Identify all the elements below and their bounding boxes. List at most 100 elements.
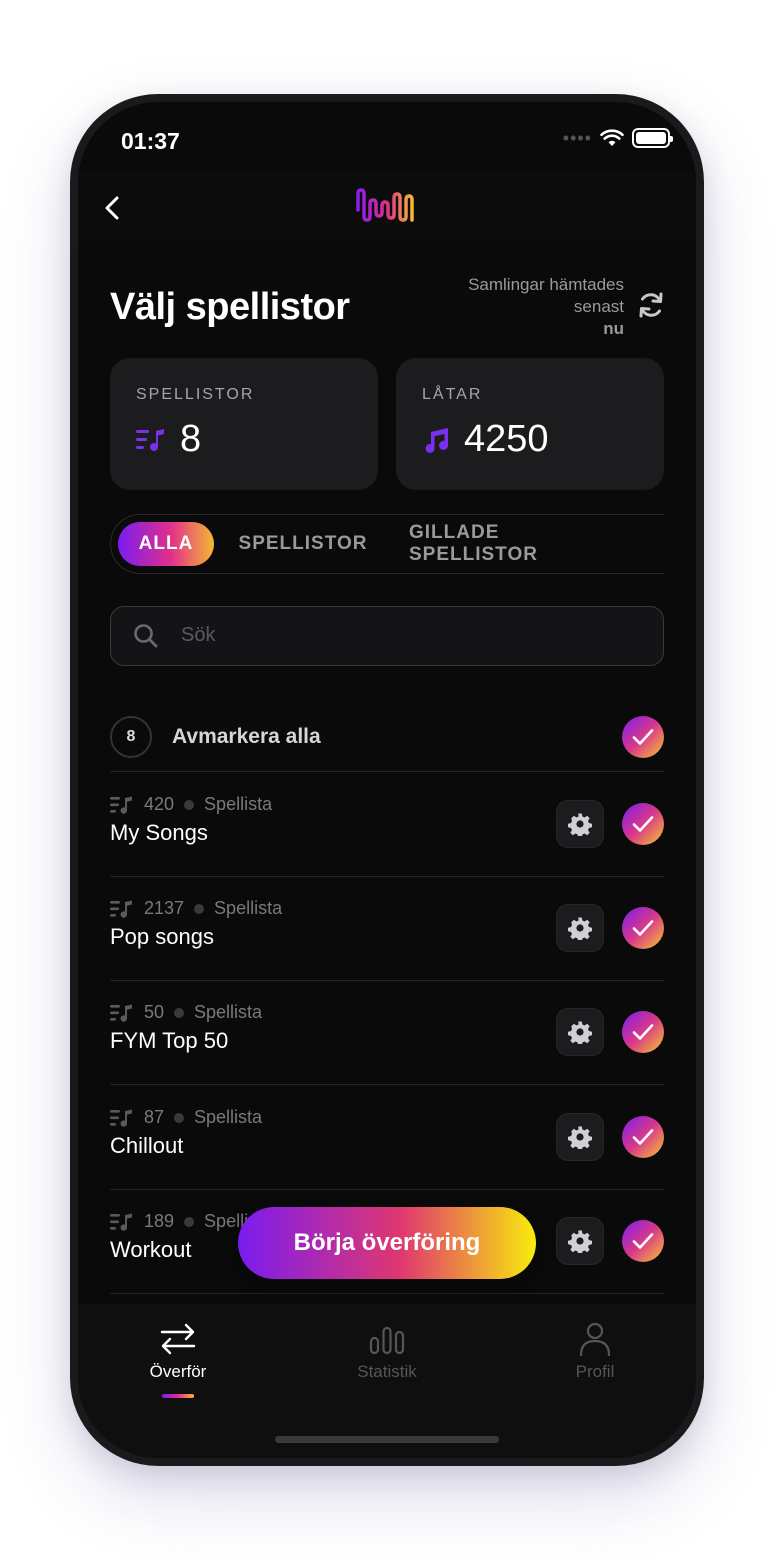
separator-dot <box>184 799 195 810</box>
refresh-icon[interactable] <box>636 290 666 320</box>
gear-icon <box>568 813 592 836</box>
battery-icon <box>632 128 673 148</box>
playlist-checkbox[interactable] <box>622 1116 664 1158</box>
signal-icon: •••• <box>562 128 592 148</box>
person-icon <box>579 1322 611 1356</box>
playlist-name: Workout <box>110 1237 192 1262</box>
playlist-track-count: 50 <box>144 1002 165 1022</box>
playlists-stat-label: SPELLISTOR <box>136 386 255 403</box>
gear-icon <box>568 917 592 940</box>
gear-icon <box>568 1230 592 1253</box>
bottom-tab-bar: Överför Statistik Profil <box>78 1304 696 1458</box>
transfer-arrows-icon <box>160 1323 196 1355</box>
filter-tabs: ALLA SPELLISTOR GILLADE SPELLISTOR <box>110 514 664 574</box>
screen: 01:37 •••• Välj spellistor Samlingar häm… <box>78 102 696 1458</box>
deselect-all-label[interactable]: Avmarkera alla <box>172 725 321 749</box>
playlist-checkbox[interactable] <box>622 803 664 845</box>
wifi-icon <box>600 129 624 146</box>
sync-time: nu <box>603 319 624 338</box>
playlist-row[interactable]: 2137 Spellista Pop songs <box>110 876 664 980</box>
playlist-type: Spellista <box>194 1107 263 1127</box>
bar-chart-icon <box>369 1326 405 1355</box>
select-all-row[interactable]: 8 Avmarkera alla <box>110 714 664 760</box>
separator-dot <box>174 1112 185 1123</box>
playlist-checkbox[interactable] <box>622 907 664 949</box>
tabbar-item-statistics[interactable]: Statistik <box>327 1322 447 1382</box>
playlist-icon <box>136 428 164 451</box>
nav-bar <box>78 172 696 242</box>
checkmark-icon <box>632 920 654 936</box>
playlist-icon <box>110 1213 132 1231</box>
playlist-type: Spellista <box>194 1002 263 1022</box>
status-time: 01:37 <box>121 128 180 154</box>
sync-line2: senast <box>573 297 624 316</box>
back-button[interactable] <box>94 190 130 226</box>
gear-icon <box>568 1126 592 1149</box>
songs-stat-value: 4250 <box>464 418 549 460</box>
phone-frame: 01:37 •••• Välj spellistor Samlingar häm… <box>70 94 704 1466</box>
playlists-stat-value: 8 <box>180 418 202 460</box>
sync-status: Samlingar hämtades senast nu <box>468 274 624 340</box>
playlist-icon <box>110 796 132 814</box>
checkmark-icon <box>632 1024 654 1040</box>
divider <box>110 1293 664 1294</box>
separator-dot <box>194 903 205 914</box>
tab-playlists[interactable]: SPELLISTOR <box>235 522 371 566</box>
playlist-name: Chillout <box>110 1133 184 1158</box>
search-input[interactable] <box>181 607 631 663</box>
app-logo-icon <box>356 188 414 222</box>
playlist-name: FYM Top 50 <box>110 1028 229 1053</box>
gear-icon <box>568 1021 592 1044</box>
songs-stat-value-row: 4250 <box>422 418 549 461</box>
playlist-row[interactable]: 420 Spellista My Songs <box>110 772 664 876</box>
playlist-row[interactable]: 87 Spellista Chillout <box>110 1085 664 1189</box>
tabbar-label: Profil <box>575 1362 615 1381</box>
music-note-icon <box>425 427 449 453</box>
playlist-settings-button[interactable] <box>556 1217 604 1265</box>
selected-count-badge: 8 <box>110 716 152 758</box>
checkmark-icon <box>632 1233 654 1249</box>
tab-all[interactable]: ALLA <box>118 522 214 566</box>
playlist-track-count: 87 <box>144 1107 165 1127</box>
playlists-stat-card: SPELLISTOR 8 <box>110 358 378 490</box>
tab-liked-playlists[interactable]: GILLADE SPELLISTOR <box>409 522 633 566</box>
tabbar-item-profile[interactable]: Profil <box>535 1322 655 1382</box>
playlist-track-count: 2137 <box>144 898 185 918</box>
tabbar-label: Överför <box>149 1362 207 1381</box>
separator-dot <box>184 1216 195 1227</box>
playlist-checkbox[interactable] <box>622 1220 664 1262</box>
playlist-settings-button[interactable] <box>556 1113 604 1161</box>
playlist-settings-button[interactable] <box>556 904 604 952</box>
playlist-meta: 2137 Spellista <box>110 898 282 919</box>
status-indicators: •••• <box>562 128 673 148</box>
select-all-checkbox[interactable] <box>622 716 664 758</box>
playlist-settings-button[interactable] <box>556 1008 604 1056</box>
checkmark-icon <box>632 729 654 745</box>
search-box <box>110 606 664 666</box>
checkmark-icon <box>632 816 654 832</box>
playlists-stat-value-row: 8 <box>136 418 201 461</box>
tabbar-item-transfer[interactable]: Överför <box>118 1322 238 1398</box>
playlist-checkbox[interactable] <box>622 1011 664 1053</box>
playlist-type: Spellista <box>214 898 283 918</box>
active-tab-indicator <box>162 1394 194 1398</box>
playlist-row[interactable]: 50 Spellista FYM Top 50 <box>110 980 664 1084</box>
songs-stat-card: LÅTAR 4250 <box>396 358 664 490</box>
playlist-meta: 50 Spellista <box>110 1002 262 1023</box>
home-indicator <box>275 1436 499 1443</box>
playlist-settings-button[interactable] <box>556 800 604 848</box>
playlist-meta: 87 Spellista <box>110 1107 262 1128</box>
start-transfer-button[interactable]: Börja överföring <box>238 1207 536 1279</box>
tabbar-label: Statistik <box>357 1362 417 1381</box>
page-title: Välj spellistor <box>110 286 350 328</box>
main-content: Välj spellistor Samlingar hämtades senas… <box>78 242 696 1304</box>
sync-line1: Samlingar hämtades <box>468 275 624 294</box>
playlist-name: My Songs <box>110 820 208 845</box>
chevron-left-icon <box>105 196 119 220</box>
playlist-icon <box>110 1109 132 1127</box>
search-icon <box>134 624 158 648</box>
checkmark-icon <box>632 1129 654 1145</box>
playlist-track-count: 420 <box>144 794 175 814</box>
separator-dot <box>174 1007 185 1018</box>
playlist-icon <box>110 900 132 918</box>
